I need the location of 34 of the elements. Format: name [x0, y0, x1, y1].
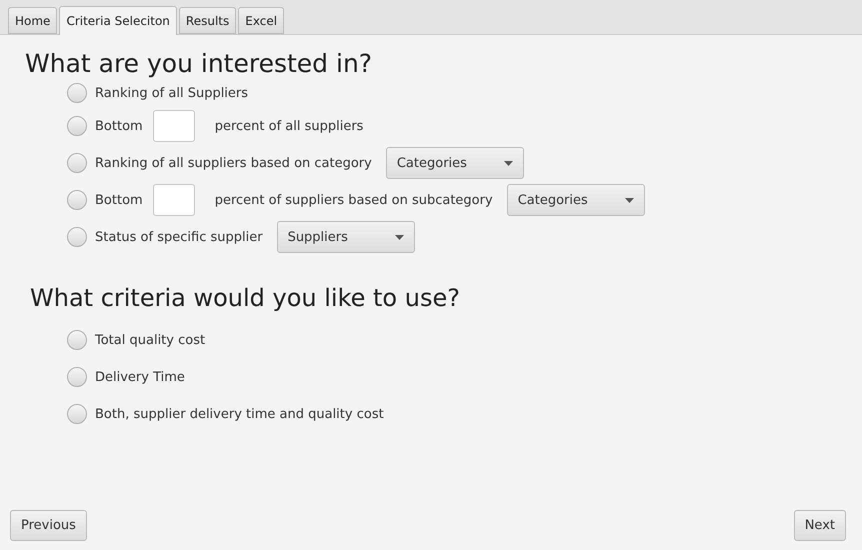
option-label: Status of specific supplier — [95, 230, 263, 244]
radio-button[interactable] — [67, 83, 87, 103]
caret-icon — [394, 234, 404, 240]
tab[interactable]: Home — [8, 7, 58, 34]
option-label: Total quality cost — [95, 332, 206, 348]
tab[interactable]: Excel — [238, 7, 284, 34]
section-heading: What criteria would you like to use? — [30, 284, 461, 312]
tab[interactable]: Results — [178, 7, 236, 34]
radio-button[interactable] — [67, 116, 87, 136]
dropdown[interactable]: Categories — [506, 184, 645, 216]
option-label: Bottom — [95, 192, 143, 208]
caret-icon — [504, 160, 513, 166]
option-label: Ranking of all suppliers based on category — [95, 156, 372, 170]
option-label: percent of suppliers based on subcategory — [214, 192, 493, 208]
section-heading: What are you interested in? — [25, 49, 374, 78]
percent-field[interactable] — [152, 184, 195, 216]
radio-button[interactable] — [67, 227, 87, 247]
radio-button[interactable] — [67, 404, 87, 424]
dropdown[interactable]: Suppliers — [276, 221, 415, 253]
radio-button[interactable] — [67, 367, 87, 387]
radio-button[interactable] — [67, 153, 87, 173]
tab[interactable]: Criteria Seleciton — [59, 6, 177, 35]
radio-button[interactable] — [67, 330, 87, 350]
option-label: Ranking of all Suppliers — [95, 86, 248, 100]
option-label: percent of all suppliers — [214, 118, 364, 134]
radio-button[interactable] — [67, 190, 87, 210]
option-label: Both, supplier delivery time and quality cost — [95, 406, 384, 422]
next-button[interactable]: Next — [794, 510, 846, 541]
dropdown[interactable]: Categories — [386, 147, 524, 179]
option-label: Delivery Time — [95, 370, 185, 384]
caret-icon — [624, 198, 634, 202]
previous-button[interactable]: Previous — [10, 510, 87, 541]
option-label: Bottom — [95, 118, 143, 134]
percent-field[interactable] — [152, 110, 195, 142]
